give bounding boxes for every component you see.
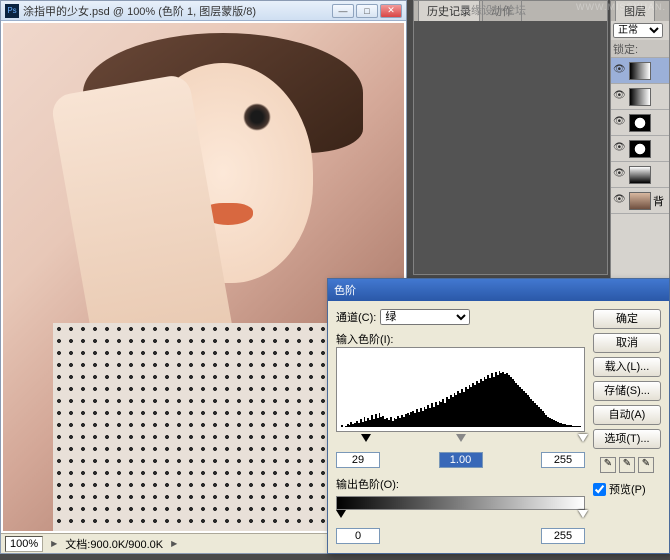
ps-icon: Ps xyxy=(5,4,19,18)
histogram xyxy=(336,347,585,432)
channel-label: 通道(C): xyxy=(336,309,376,325)
zoom-level[interactable]: 100% xyxy=(5,536,43,552)
ok-button[interactable]: 确定 xyxy=(593,309,661,329)
history-list[interactable] xyxy=(414,21,607,274)
layer-label: 背 xyxy=(653,193,664,209)
watermark-2: 思缘设计论坛 xyxy=(460,2,526,18)
gamma-slider[interactable] xyxy=(456,434,466,442)
cancel-button[interactable]: 取消 xyxy=(593,333,661,353)
save-button[interactable]: 存储(S)... xyxy=(593,381,661,401)
visibility-icon[interactable]: 👁 xyxy=(613,142,627,156)
output-levels-label: 输出色阶(O): xyxy=(336,476,585,492)
visibility-icon[interactable]: 👁 xyxy=(613,64,627,78)
layer-thumb xyxy=(629,62,651,80)
layer-row[interactable]: 👁 xyxy=(611,84,669,110)
levels-dialog: 色阶 通道(C): 绿 输入色阶(I): 输出色阶(O): xyxy=(327,278,670,554)
output-black-field[interactable] xyxy=(336,528,380,544)
zoom-stepper-icon[interactable]: ▶ xyxy=(51,539,57,548)
input-sliders[interactable] xyxy=(336,436,585,448)
layer-row[interactable]: 👁 xyxy=(611,162,669,188)
output-white-slider[interactable] xyxy=(578,510,588,518)
layers-list[interactable]: 👁 👁 👁 👁 👁 👁背 xyxy=(611,58,669,214)
layer-thumb xyxy=(629,114,651,132)
info-menu-icon[interactable]: ▶ xyxy=(171,539,177,548)
options-button[interactable]: 选项(T)... xyxy=(593,429,661,449)
gray-eyedropper[interactable]: ✎ xyxy=(619,457,635,473)
input-gamma-field[interactable] xyxy=(439,452,483,468)
channel-select[interactable]: 绿 xyxy=(380,309,470,325)
layer-thumb xyxy=(629,166,651,184)
black-eyedropper[interactable]: ✎ xyxy=(600,457,616,473)
output-black-slider[interactable] xyxy=(336,510,346,518)
history-panel: 历史记录 动作 xyxy=(413,0,608,275)
layer-row[interactable]: 👁 xyxy=(611,136,669,162)
dialog-title[interactable]: 色阶 xyxy=(328,279,669,301)
output-white-field[interactable] xyxy=(541,528,585,544)
input-levels-label: 输入色阶(I): xyxy=(336,331,585,347)
output-sliders[interactable] xyxy=(336,512,585,524)
doc-size: 文档:900.0K/900.0K xyxy=(65,536,163,552)
input-white-field[interactable] xyxy=(541,452,585,468)
auto-button[interactable]: 自动(A) xyxy=(593,405,661,425)
layer-thumb xyxy=(629,140,651,158)
layer-row[interactable]: 👁 xyxy=(611,110,669,136)
visibility-icon[interactable]: 👁 xyxy=(613,90,627,104)
visibility-icon[interactable]: 👁 xyxy=(613,168,627,182)
white-point-slider[interactable] xyxy=(578,434,588,442)
minimize-button[interactable]: — xyxy=(332,4,354,18)
layer-thumb xyxy=(629,88,651,106)
maximize-button[interactable]: □ xyxy=(356,4,378,18)
black-point-slider[interactable] xyxy=(361,434,371,442)
document-title: 涂指甲的少女.psd @ 100% (色阶 1, 图层蒙版/8) xyxy=(23,3,332,19)
watermark: WWW.MISSYUAN. xyxy=(576,2,666,12)
layers-panel: 图层 正常 锁定: 👁 👁 👁 👁 👁 👁背 xyxy=(610,0,670,290)
layer-row[interactable]: 👁背 xyxy=(611,188,669,214)
visibility-icon[interactable]: 👁 xyxy=(613,194,627,208)
lock-row: 锁定: xyxy=(611,40,669,58)
preview-checkbox[interactable]: 预览(P) xyxy=(593,481,661,497)
visibility-icon[interactable]: 👁 xyxy=(613,116,627,130)
load-button[interactable]: 载入(L)... xyxy=(593,357,661,377)
titlebar[interactable]: Ps 涂指甲的少女.psd @ 100% (色阶 1, 图层蒙版/8) — □ … xyxy=(1,1,406,21)
input-black-field[interactable] xyxy=(336,452,380,468)
layer-row[interactable]: 👁 xyxy=(611,58,669,84)
white-eyedropper[interactable]: ✎ xyxy=(638,457,654,473)
layer-thumb xyxy=(629,192,651,210)
output-gradient xyxy=(336,496,585,510)
close-button[interactable]: ✕ xyxy=(380,4,402,18)
blend-mode-select[interactable]: 正常 xyxy=(613,23,663,38)
